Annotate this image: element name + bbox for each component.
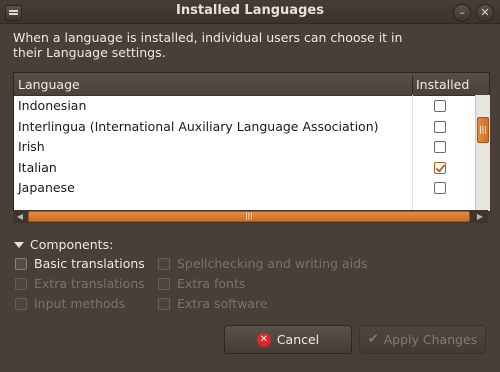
option-spellchecking[interactable]: Spellchecking and writing aids bbox=[158, 256, 368, 271]
close-icon[interactable]: ✕ bbox=[476, 4, 494, 22]
horizontal-scroll-thumb[interactable]: ||| bbox=[28, 211, 470, 222]
installed-checkbox[interactable] bbox=[434, 182, 446, 195]
apply-changes-button[interactable]: ✔ Apply Changes bbox=[359, 325, 486, 354]
language-name: Italian bbox=[18, 159, 57, 175]
vertical-scroll-thumb[interactable]: ||| bbox=[477, 117, 489, 143]
header-divider bbox=[412, 75, 413, 93]
apply-button-label: Apply Changes bbox=[383, 332, 478, 347]
option-label: Basic translations bbox=[34, 256, 145, 271]
scroll-right-arrow-icon[interactable]: ▶ bbox=[474, 211, 486, 222]
language-row[interactable]: Interlingua (International Auxiliary Lan… bbox=[14, 116, 475, 137]
title-bar[interactable]: Installed Languages – ✕ bbox=[0, 0, 500, 24]
installed-checkbox[interactable] bbox=[434, 120, 446, 133]
installed-checkbox[interactable] bbox=[434, 141, 446, 154]
scroll-left-arrow-icon[interactable]: ◀ bbox=[14, 211, 26, 222]
dialog-window: Installed Languages – ✕ When a language … bbox=[0, 0, 500, 372]
vertical-scrollbar[interactable]: ||| bbox=[475, 95, 490, 211]
language-row[interactable]: Japanese bbox=[14, 177, 475, 198]
language-name: Irish bbox=[18, 139, 45, 155]
option-label: Spellchecking and writing aids bbox=[177, 256, 368, 271]
option-label: Input methods bbox=[34, 296, 126, 311]
option-input-methods[interactable]: Input methods bbox=[15, 296, 125, 311]
language-name: Japanese bbox=[18, 180, 75, 196]
option-extra-software[interactable]: Extra software bbox=[158, 296, 268, 311]
column-header-language[interactable]: Language bbox=[18, 77, 80, 92]
language-row[interactable]: Indonesian bbox=[14, 95, 475, 116]
option-label: Extra fonts bbox=[177, 276, 246, 291]
minimize-icon[interactable]: – bbox=[453, 4, 471, 22]
checkmark-icon: ✔ bbox=[367, 332, 379, 347]
option-basic-translations[interactable]: Basic translations bbox=[15, 256, 145, 271]
components-expander[interactable]: Components: bbox=[14, 237, 113, 252]
language-rows: Indonesian Interlingua (International Au… bbox=[14, 95, 475, 211]
installed-checkbox[interactable] bbox=[434, 100, 446, 112]
cancel-button-label: Cancel bbox=[276, 332, 320, 347]
option-extra-fonts[interactable]: Extra fonts bbox=[158, 276, 245, 291]
option-extra-translations[interactable]: Extra translations bbox=[15, 276, 145, 291]
expander-triangle-icon bbox=[14, 241, 24, 248]
language-row[interactable]: Italian bbox=[14, 157, 475, 178]
checkbox[interactable] bbox=[15, 257, 27, 270]
column-header-installed[interactable]: Installed bbox=[416, 77, 469, 92]
language-name: Indonesian bbox=[18, 98, 87, 113]
language-name: Interlingua (International Auxiliary Lan… bbox=[18, 118, 379, 134]
horizontal-scrollbar[interactable]: ◀ ||| ▶ bbox=[13, 210, 488, 223]
cancel-button[interactable]: ✕ Cancel bbox=[224, 325, 352, 354]
checkbox[interactable] bbox=[158, 257, 170, 270]
list-header: Language Installed bbox=[14, 73, 489, 96]
components-label: Components: bbox=[30, 237, 114, 252]
window-title: Installed Languages bbox=[176, 3, 324, 18]
language-list: Language Installed Indonesian Interlingu… bbox=[13, 72, 490, 212]
intro-text: When a language is installed, individual… bbox=[13, 30, 403, 60]
option-label: Extra translations bbox=[34, 276, 145, 291]
installed-checkbox[interactable] bbox=[434, 161, 446, 174]
checkbox[interactable] bbox=[15, 297, 27, 310]
option-label: Extra software bbox=[177, 296, 268, 311]
checkbox[interactable] bbox=[158, 297, 170, 310]
checkbox[interactable] bbox=[158, 277, 170, 290]
language-row[interactable]: Irish bbox=[14, 136, 475, 157]
cancel-icon: ✕ bbox=[256, 332, 271, 347]
checkbox[interactable] bbox=[15, 277, 27, 290]
